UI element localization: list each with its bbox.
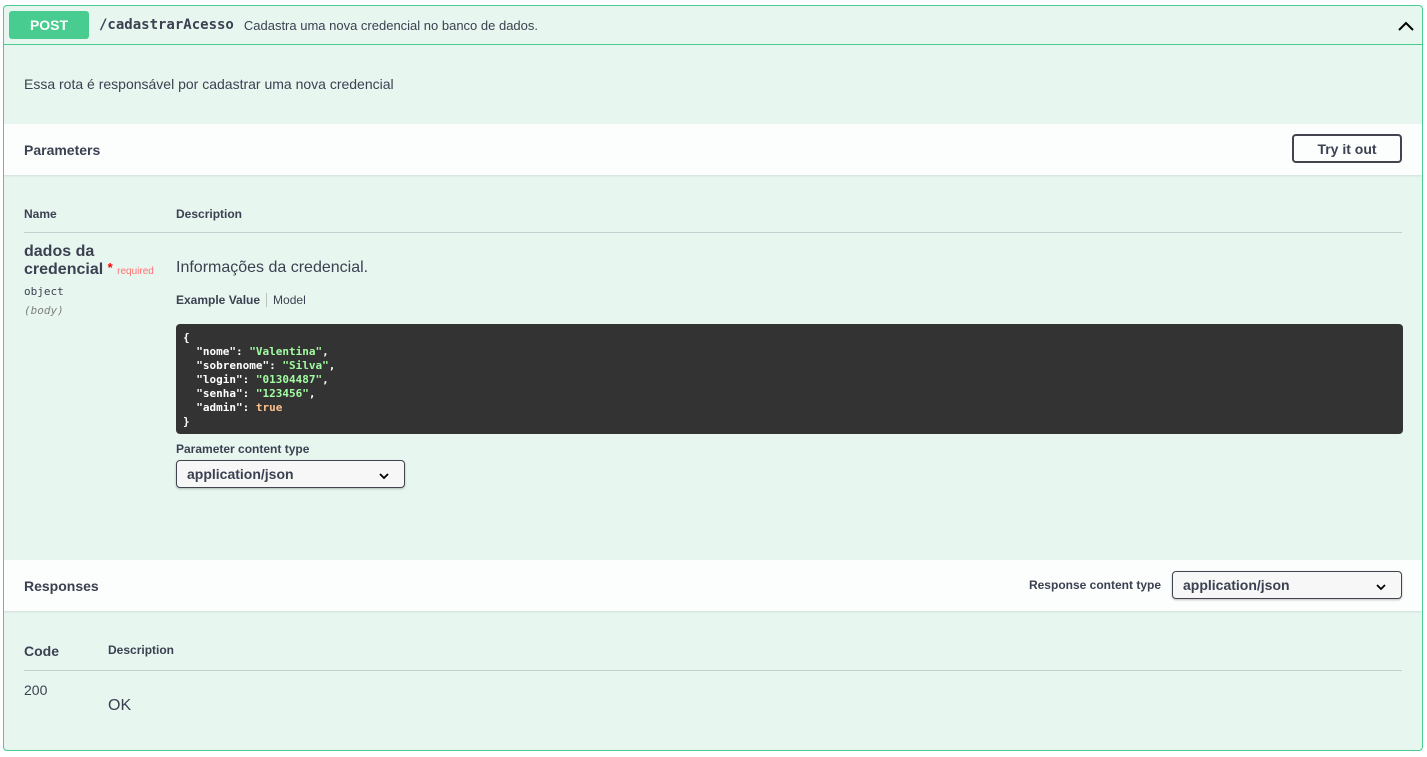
example-code-block[interactable]: { "nome": "Valentina", "sobrenome": "Sil… (176, 324, 1403, 434)
response-content-type-label: Response content type (1028, 578, 1161, 592)
response-content-type-value: application/json (1183, 577, 1290, 593)
parameters-title: Parameters (24, 141, 101, 158)
operation-block-post: POST /cadastrarAcesso Cadastra uma nova … (3, 5, 1423, 751)
operation-summary[interactable]: POST /cadastrarAcesso Cadastra uma nova … (4, 6, 1422, 45)
parameter-name: dados da credencial * required (24, 243, 174, 279)
operation-description: Essa rota é responsável por cadastrar um… (24, 76, 394, 92)
method-badge: POST (9, 11, 89, 39)
tab-separator (266, 293, 268, 307)
parameters-header: Parameters Try it out (4, 124, 1422, 175)
try-it-out-button[interactable]: Try it out (1292, 134, 1402, 163)
json-field-admin: "admin": true (196, 401, 283, 414)
parameter-name-text: dados da credencial (24, 243, 104, 278)
required-mark: * (107, 260, 113, 275)
responses-title: Responses (24, 577, 99, 594)
parameter-description: Informações da credencial. (176, 259, 369, 276)
column-header-name: Name (24, 207, 57, 221)
operation-summary-text: Cadastra uma nova credencial no banco de… (243, 17, 538, 33)
json-field-login: "login": "01304487", (196, 373, 329, 386)
divider (24, 670, 1402, 671)
tab-example-value[interactable]: Example Value (176, 293, 260, 307)
json-field-sobrenome: "sobrenome": "Silva", (196, 359, 336, 372)
example-tabs: Example Value Model (176, 293, 306, 307)
chevron-down-icon (1375, 579, 1387, 595)
response-content-type-select[interactable]: application/json (1172, 571, 1402, 599)
parameter-content-type-value: application/json (187, 466, 294, 482)
operation-path: /cadastrarAcesso (99, 17, 234, 33)
chevron-down-icon (378, 468, 390, 484)
json-field-senha: "senha": "123456", (196, 387, 316, 400)
column-header-code: Code (24, 643, 59, 659)
required-label: required (117, 266, 154, 277)
json-close-brace: } (183, 415, 190, 428)
column-header-response-description: Description (108, 643, 175, 657)
parameter-location: (body) (24, 304, 64, 317)
tab-model[interactable]: Model (273, 293, 306, 307)
parameter-content-type-label: Parameter content type (176, 442, 310, 456)
divider (24, 232, 1402, 233)
parameter-content-type-select[interactable]: application/json (176, 460, 405, 488)
response-status-code: 200 (24, 682, 48, 698)
json-open-brace: { (183, 331, 190, 344)
response-status-description: OK (108, 697, 132, 714)
column-header-description: Description (176, 207, 243, 221)
parameter-type: object (24, 285, 64, 298)
json-field-nome: "nome": "Valentina", (196, 345, 329, 358)
chevron-up-icon[interactable] (1396, 16, 1416, 36)
